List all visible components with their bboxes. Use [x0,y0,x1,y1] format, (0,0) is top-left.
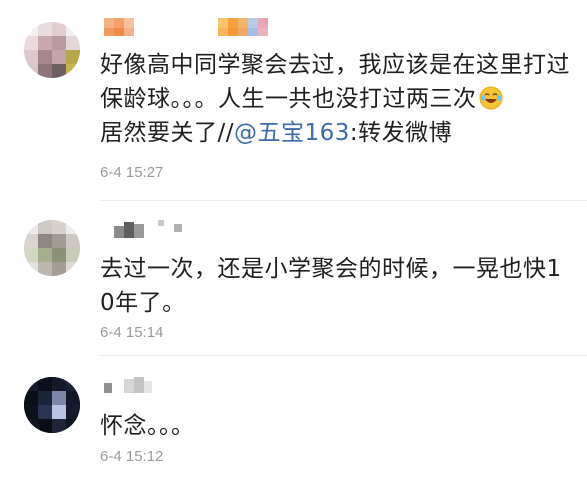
comment-text: 好像高中同学聚会去过，我应该是在这里打过保龄球。。。人生一共也没打过两三次 居然要… [100,48,570,150]
avatar[interactable] [24,22,80,78]
avatar[interactable] [24,220,80,276]
comment-item: 去过一次，还是小学聚会的时候，一晃也快10年了。 6-4 15:14 [0,200,587,355]
avatar-blurred-image [24,220,80,276]
comment-text: 去过一次，还是小学聚会的时候，一晃也快10年了。 [100,256,562,316]
avatar-blurred-image [24,377,80,433]
avatar[interactable] [24,377,80,433]
comment-text-part: :转发微博 [349,120,453,146]
comment-text-part: 居然要关了// [100,120,234,146]
timestamp: 6-4 15:27 [100,164,164,181]
timestamp: 6-4 15:12 [100,448,164,465]
comment-text: 怀念。。。 [100,413,195,439]
mention-link[interactable]: @五宝163 [234,120,350,146]
laughing-crying-emoji-icon [479,86,502,110]
avatar-blurred-image [24,22,80,78]
timestamp: 6-4 15:14 [100,324,164,341]
comment-item: 好像高中同学聚会去过，我应该是在这里打过保龄球。。。人生一共也没打过两三次 居然要… [0,0,587,200]
comment-item: 怀念。。。 6-4 15:12 [0,355,587,480]
